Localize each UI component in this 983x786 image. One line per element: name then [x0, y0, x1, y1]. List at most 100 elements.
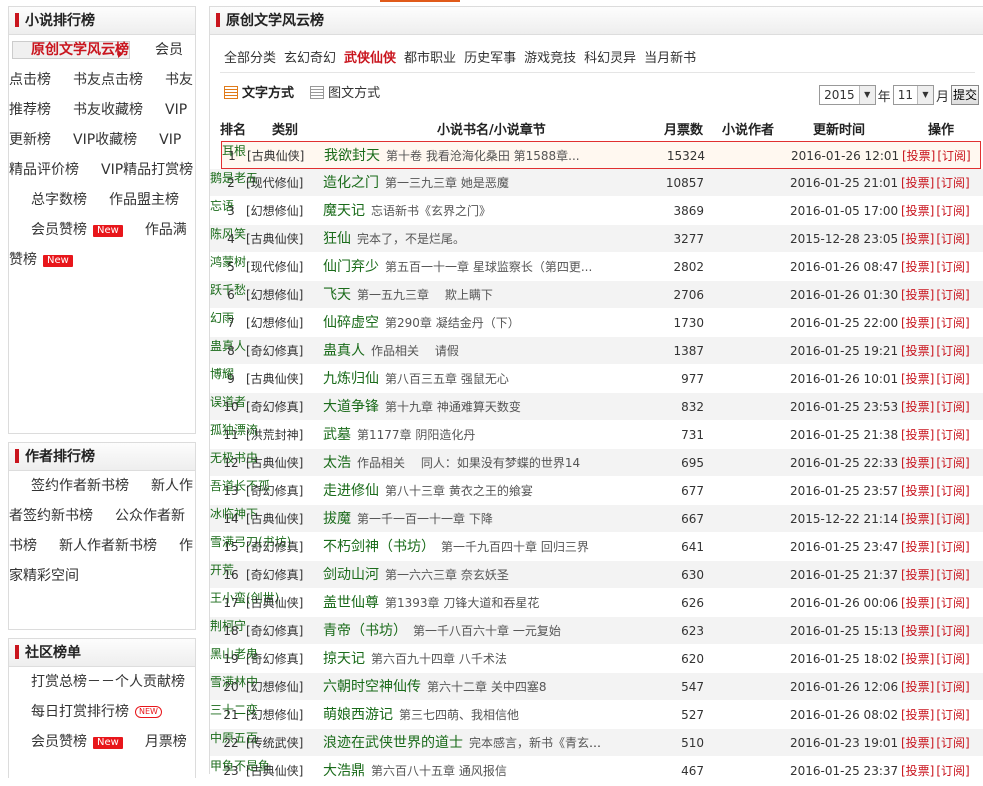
book-link[interactable]: 我欲封天: [324, 148, 380, 164]
sidebar-item[interactable]: 书友收藏榜: [51, 102, 143, 118]
chapter-link[interactable]: 作品相关 同人：如果没有梦蝶的世界14: [357, 456, 580, 470]
tab-6[interactable]: 科幻灵异: [584, 47, 636, 71]
subscribe-link[interactable]: [订阅]: [936, 176, 969, 190]
subscribe-link[interactable]: [订阅]: [936, 428, 969, 442]
sidebar-item[interactable]: 作品盟主榜: [87, 192, 179, 208]
sidebar-item[interactable]: 月票榜: [123, 734, 187, 750]
subscribe-link[interactable]: [订阅]: [936, 316, 969, 330]
book-link[interactable]: 武墓: [323, 427, 351, 443]
chapter-link[interactable]: 第六十二章 关中四塞8: [427, 680, 546, 694]
book-link[interactable]: 盖世仙尊: [323, 595, 379, 611]
chapter-link[interactable]: 第一六六三章 奈玄妖圣: [385, 568, 509, 582]
vote-link[interactable]: [投票]: [901, 428, 934, 442]
book-link[interactable]: 青帝（书坊）: [323, 623, 407, 639]
book-link[interactable]: 掠天记: [323, 651, 365, 667]
subscribe-link[interactable]: [订阅]: [936, 568, 969, 582]
book-link[interactable]: 造化之门: [323, 175, 379, 191]
sidebar-item[interactable]: 会员赞榜 New: [9, 734, 123, 750]
tab-4[interactable]: 历史军事: [464, 47, 516, 71]
chapter-link[interactable]: 第三七四萌、我相信他: [399, 708, 519, 722]
book-link[interactable]: 剑动山河: [323, 567, 379, 583]
book-link[interactable]: 不朽剑神（书坊）: [323, 539, 435, 555]
book-link[interactable]: 狂仙: [323, 231, 351, 247]
chapter-link[interactable]: 第十卷 我看沧海化桑田 第1588章...: [386, 149, 580, 163]
vote-link[interactable]: [投票]: [901, 288, 934, 302]
tab-0[interactable]: 全部分类: [224, 47, 276, 71]
subscribe-link[interactable]: [订阅]: [936, 456, 969, 470]
subscribe-link[interactable]: [订阅]: [936, 344, 969, 358]
book-link[interactable]: 六朝时空神仙传: [323, 679, 421, 695]
year-select[interactable]: 2015 ▼: [819, 85, 876, 105]
vote-link[interactable]: [投票]: [901, 736, 934, 750]
book-link[interactable]: 飞天: [323, 287, 351, 303]
chapter-link[interactable]: 第一三九三章 她是恶魔: [385, 176, 509, 190]
book-link[interactable]: 大浩鼎: [323, 763, 365, 779]
chapter-link[interactable]: 第十九章 神通难算天数变: [385, 400, 521, 414]
vote-link[interactable]: [投票]: [901, 260, 934, 274]
sidebar-item[interactable]: 书友点击榜: [51, 72, 143, 88]
chapter-link[interactable]: 第五百一十一章 星球监察长（第四更...: [385, 260, 592, 274]
subscribe-link[interactable]: [订阅]: [936, 680, 969, 694]
vote-link[interactable]: [投票]: [901, 540, 934, 554]
chapter-link[interactable]: 作品相关 请假: [371, 344, 459, 358]
vote-link[interactable]: [投票]: [901, 400, 934, 414]
vote-link[interactable]: [投票]: [901, 624, 934, 638]
vote-link[interactable]: [投票]: [901, 316, 934, 330]
sidebar-item[interactable]: 打赏总榜－－个人贡献榜: [9, 674, 185, 690]
vote-link[interactable]: [投票]: [901, 484, 934, 498]
book-link[interactable]: 太浩: [323, 455, 351, 471]
subscribe-link[interactable]: [订阅]: [936, 736, 969, 750]
vote-link[interactable]: [投票]: [901, 176, 934, 190]
chapter-link[interactable]: 第六百八十五章 通风报信: [371, 764, 507, 778]
book-link[interactable]: 魔天记: [323, 203, 365, 219]
chapter-link[interactable]: 第八百三五章 强鼠无心: [385, 372, 509, 386]
sidebar-item[interactable]: 新人作者新书榜: [37, 538, 157, 554]
chapter-link[interactable]: 第290章 凝结金丹（下）: [385, 316, 520, 330]
vote-link[interactable]: [投票]: [901, 708, 934, 722]
subscribe-link[interactable]: [订阅]: [936, 540, 969, 554]
subscribe-link[interactable]: [订阅]: [936, 232, 969, 246]
tab-3[interactable]: 都市职业: [404, 47, 456, 71]
submit-button[interactable]: 提交: [950, 85, 979, 105]
sidebar-item[interactable]: VIP精品打赏榜: [79, 162, 193, 178]
text-mode-button[interactable]: 文字方式: [224, 85, 294, 103]
month-select[interactable]: 11 ▼: [892, 85, 934, 105]
book-link[interactable]: 浪迹在武侠世界的道士: [323, 735, 463, 751]
chapter-link[interactable]: 第1177章 阴阳造化丹: [357, 428, 475, 442]
vote-link[interactable]: [投票]: [901, 596, 934, 610]
sidebar-item[interactable]: 原创文学风云榜: [12, 41, 130, 59]
vote-link[interactable]: [投票]: [901, 344, 934, 358]
subscribe-link[interactable]: [订阅]: [936, 764, 969, 778]
chapter-link[interactable]: 第六百九十四章 八千术法: [371, 652, 507, 666]
sidebar-item[interactable]: 会员赞榜 New: [9, 222, 123, 238]
vote-link[interactable]: [投票]: [901, 512, 934, 526]
vote-link[interactable]: [投票]: [901, 204, 934, 218]
chapter-link[interactable]: 第一千八百六十章 一元复始: [413, 624, 561, 638]
vote-link[interactable]: [投票]: [901, 680, 934, 694]
tab-1[interactable]: 玄幻奇幻: [284, 47, 336, 71]
sidebar-item[interactable]: 每日打赏排行榜 NEW: [9, 704, 162, 720]
book-link[interactable]: 大道争锋: [323, 399, 379, 415]
book-link[interactable]: 九炼归仙: [323, 371, 379, 387]
subscribe-link[interactable]: [订阅]: [936, 400, 969, 414]
tab-7[interactable]: 当月新书: [644, 47, 696, 71]
sidebar-item[interactable]: 签约作者新书榜: [9, 478, 129, 494]
chapter-link[interactable]: 第一千九百四十章 回归三界: [441, 540, 589, 554]
subscribe-link[interactable]: [订阅]: [936, 652, 969, 666]
book-link[interactable]: 拔魔: [323, 511, 351, 527]
chapter-link[interactable]: 第八十三章 黄衣之王的飨宴: [385, 484, 533, 498]
subscribe-link[interactable]: [订阅]: [936, 204, 969, 218]
subscribe-link[interactable]: [订阅]: [937, 149, 970, 163]
vote-link[interactable]: [投票]: [901, 232, 934, 246]
sidebar-item[interactable]: 总字数榜: [9, 192, 87, 208]
tab-2[interactable]: 武侠仙侠: [344, 47, 396, 71]
subscribe-link[interactable]: [订阅]: [936, 596, 969, 610]
book-link[interactable]: 仙门弃少: [323, 259, 379, 275]
vote-link[interactable]: [投票]: [901, 372, 934, 386]
book-link[interactable]: 仙碎虚空: [323, 315, 379, 331]
book-link[interactable]: 蛊真人: [323, 343, 365, 359]
chapter-link[interactable]: 完本了，不是烂尾。: [357, 232, 465, 246]
vote-link[interactable]: [投票]: [901, 568, 934, 582]
subscribe-link[interactable]: [订阅]: [936, 624, 969, 638]
subscribe-link[interactable]: [订阅]: [936, 288, 969, 302]
